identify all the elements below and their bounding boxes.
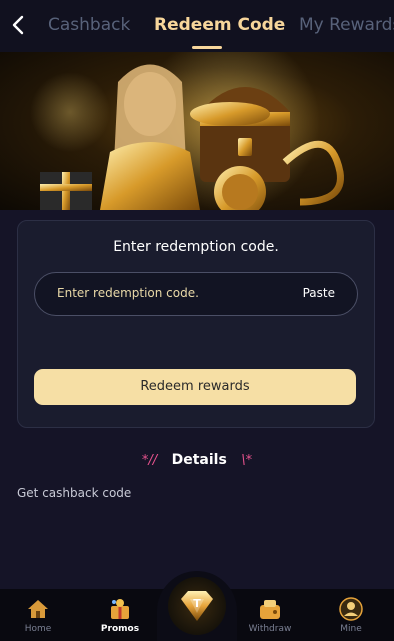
user-icon [339,597,363,621]
wallet-icon [258,597,282,621]
details-deco-left: *// [141,453,158,468]
details-text: Get cashback code [17,486,132,500]
nav-label-home: Home [24,624,52,634]
center-nav-slot: T [157,571,237,641]
nav-withdraw[interactable]: Withdraw [235,589,305,641]
home-icon [26,597,50,621]
svg-text:T: T [193,597,201,610]
redeem-card: Enter redemption code. Enter redemption … [17,220,375,428]
details-header: *// Details \* [0,452,394,472]
paste-button[interactable]: Paste [303,286,335,300]
top-bar: Cashback Redeem Code My Rewards [0,0,394,52]
details-title: Details [171,452,227,468]
tab-redeem-code[interactable]: Redeem Code [154,15,285,35]
input-placeholder: Enter redemption code. [57,286,199,300]
nav-home[interactable]: Home [3,589,73,641]
diamond-logo-icon: T [168,591,226,639]
promo-banner-image [0,52,394,210]
tab-my-rewards[interactable]: My Rewards [299,15,394,35]
nav-label-promos: Promos [100,624,140,634]
back-icon[interactable] [8,12,30,38]
center-nav-button[interactable]: T [168,577,226,635]
nav-promos[interactable]: Promos [85,589,155,641]
active-tab-indicator [192,46,222,49]
nav-mine[interactable]: Mine [316,589,386,641]
details-deco-right: \* [241,453,253,468]
card-title: Enter redemption code. [113,239,279,255]
nav-label-mine: Mine [340,624,362,634]
gift-icon [108,597,132,621]
redemption-code-input[interactable]: Enter redemption code. Paste [34,272,358,316]
nav-label-withdraw: Withdraw [248,624,292,634]
redeem-rewards-button[interactable]: Redeem rewards [34,369,356,405]
tab-cashback[interactable]: Cashback [48,15,130,35]
